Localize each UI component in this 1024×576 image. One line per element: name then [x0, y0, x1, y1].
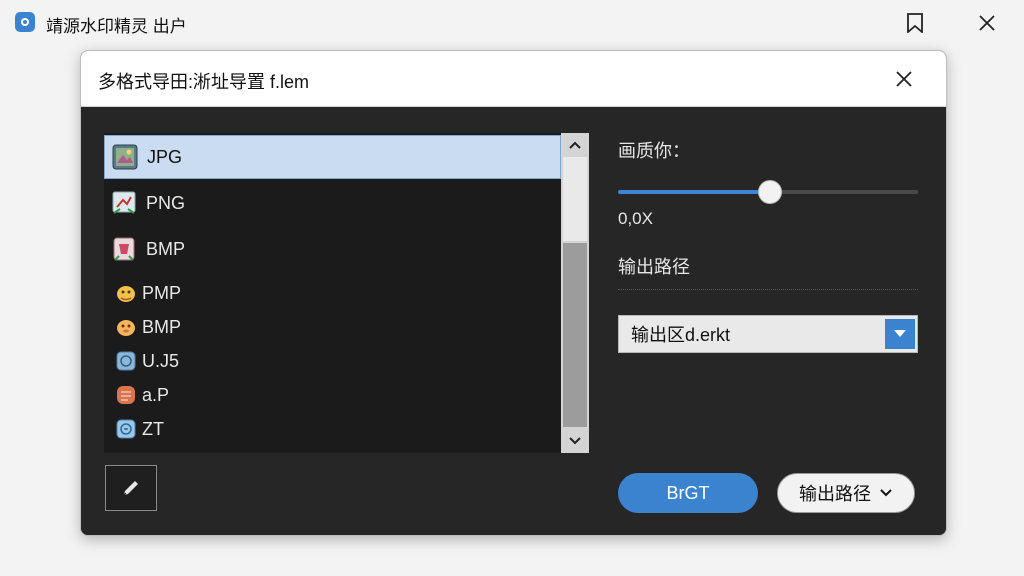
scroll-down-button[interactable] — [561, 429, 589, 453]
uj5-file-icon — [116, 351, 136, 371]
app-title: 靖源水印精灵 出户 — [46, 17, 187, 36]
bookmark-button[interactable] — [900, 8, 930, 38]
format-label: PNG — [146, 192, 186, 213]
slider-thumb[interactable] — [758, 180, 782, 204]
primary-action-button[interactable]: BrGT — [618, 473, 758, 513]
scroll-thumb[interactable] — [563, 157, 587, 241]
app-logo-icon — [15, 12, 35, 32]
jpg-file-icon — [112, 144, 138, 170]
chevron-down-icon — [894, 330, 906, 337]
window-close-button[interactable] — [972, 8, 1002, 38]
app-titlebar: 靖源水印精灵 出户 — [0, 0, 1024, 44]
pen-icon — [123, 481, 138, 496]
pmp-file-icon — [117, 286, 135, 302]
ap-file-icon — [117, 386, 135, 404]
divider — [618, 289, 918, 290]
bmp-file-icon — [113, 237, 135, 261]
output-select-value: 输出区d.erkt — [631, 325, 731, 345]
chevron-down-icon — [880, 489, 892, 497]
bookmark-icon — [907, 13, 923, 33]
format-item-png[interactable]: PNG — [104, 181, 561, 225]
dialog-body: JPG PNG BMP PMP BMP U.J5 a.P ZT 画质你： 0,0… — [81, 107, 946, 535]
close-icon — [896, 71, 912, 87]
primary-button-label: BrGT — [666, 482, 710, 503]
close-icon — [979, 15, 995, 31]
format-label: BMP — [146, 238, 186, 259]
dialog-header: 多格式导田:淅址导置 f.lem — [81, 51, 946, 107]
dialog-title: 多格式导田:淅址导置 f.lem — [98, 72, 310, 92]
quality-value: 0,0X — [618, 209, 653, 228]
slider-fill — [618, 190, 770, 194]
output-path-select[interactable]: 输出区d.erkt — [618, 315, 918, 353]
format-item-bmp[interactable]: BMP — [104, 227, 561, 271]
format-item-jpg[interactable]: JPG — [104, 135, 561, 179]
format-label: JPG — [147, 146, 183, 167]
output-path-label: 输出路径 — [618, 257, 690, 277]
select-dropdown-button[interactable] — [885, 319, 915, 349]
format-list-scrollbar[interactable] — [561, 133, 589, 453]
format-label: a.P — [142, 384, 170, 405]
png-file-icon — [112, 191, 136, 214]
scroll-track[interactable] — [563, 243, 587, 427]
scroll-up-button[interactable] — [561, 133, 589, 157]
output-path-button[interactable]: 输出路径 — [777, 473, 915, 513]
format-item-zt[interactable]: ZT — [104, 407, 561, 451]
secondary-button-label: 输出路径 — [799, 484, 871, 504]
format-list[interactable]: JPG PNG BMP PMP BMP U.J5 a.P ZT — [104, 133, 589, 453]
zt-file-icon — [116, 419, 136, 439]
format-label: BMP — [142, 316, 182, 337]
dialog-close-button[interactable] — [889, 64, 919, 94]
format-label: ZT — [142, 418, 164, 439]
chevron-down-icon — [569, 437, 581, 445]
edit-tool-button[interactable] — [105, 465, 157, 511]
chevron-up-icon — [569, 141, 581, 149]
quality-slider[interactable] — [618, 180, 918, 204]
bmp-file-icon-2 — [117, 320, 135, 336]
export-dialog: 多格式导田:淅址导置 f.lem JPG PNG BMP PMP BMP U.J… — [80, 50, 947, 536]
quality-label: 画质你： — [618, 141, 690, 161]
format-label: U.J5 — [142, 350, 180, 371]
format-label: PMP — [142, 282, 182, 303]
